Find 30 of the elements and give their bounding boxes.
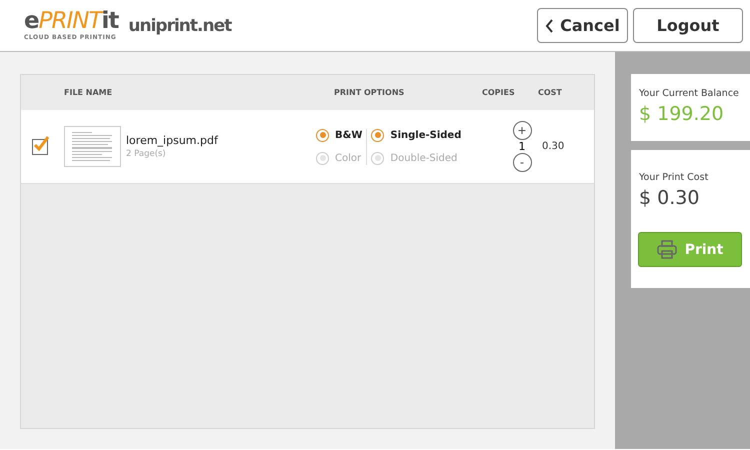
checkbox[interactable] <box>32 138 48 154</box>
file-name: lorem_ipsum.pdf <box>126 134 218 147</box>
increment-button[interactable]: + <box>512 121 532 140</box>
sides-option-label: Single-Sided <box>390 130 462 140</box>
print-cost-amount: $ 0.30 <box>639 187 700 209</box>
copies-count: 1 <box>518 141 526 152</box>
radio-button[interactable] <box>316 152 329 164</box>
radio-button[interactable] <box>316 128 329 142</box>
eprintit-logo: ePRINTit <box>24 10 118 33</box>
color-option-label: Color <box>335 152 362 164</box>
decrement-button[interactable]: - <box>512 153 532 172</box>
color-option-label: B&W <box>335 130 362 140</box>
chevron-left-icon <box>545 18 554 32</box>
page-count: 2 Page(s) <box>126 149 167 159</box>
uniprint-logo: uniprint.net <box>128 16 232 36</box>
cost-value: 0.30 <box>542 141 566 152</box>
print-cost-label: Your Print Cost <box>639 172 710 183</box>
radio-button[interactable] <box>371 128 384 142</box>
document-thumbnail <box>64 126 121 167</box>
column-header: COST <box>538 88 562 97</box>
sides-option-label: Double-Sided <box>390 152 458 164</box>
balance-amount: $ 199.20 <box>639 103 725 125</box>
column-header: PRINT OPTIONS <box>334 88 404 97</box>
cancel-button[interactable]: Cancel <box>537 8 628 43</box>
column-header: COPIES <box>482 88 515 97</box>
column-header: FILE NAME <box>64 88 112 97</box>
printer-icon <box>656 240 677 259</box>
radio-button[interactable] <box>371 152 384 164</box>
balance-label: Your Current Balance <box>639 88 740 99</box>
logout-button[interactable]: Logout <box>633 8 743 43</box>
